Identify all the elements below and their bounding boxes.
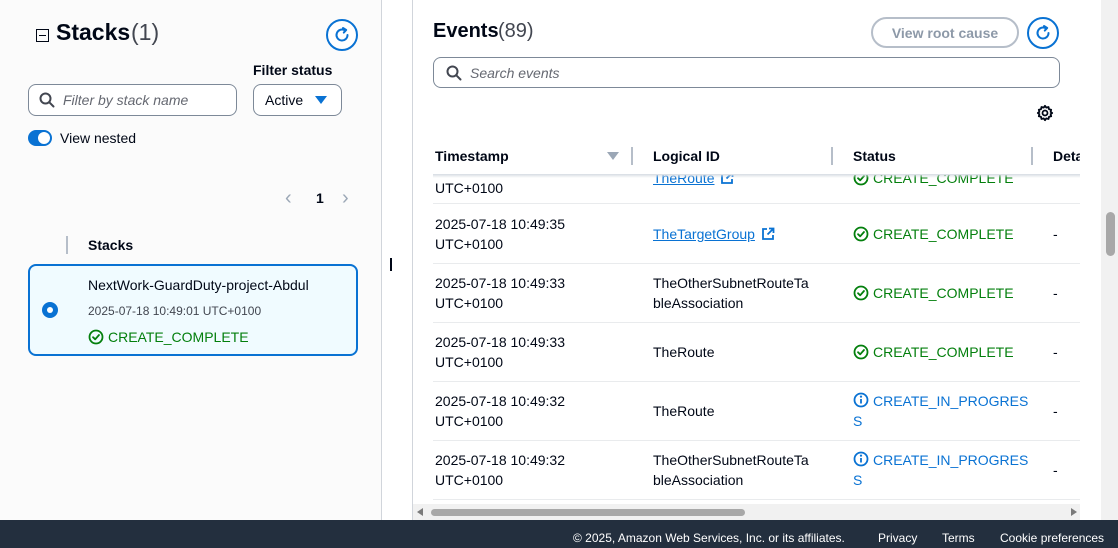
column-header-detailed-status[interactable]: Deta	[1053, 148, 1080, 164]
console-footer: © 2025, Amazon Web Services, Inc. or its…	[0, 520, 1118, 548]
timestamp-cell: 2025-07-18 10:49:33 UTC+0100	[435, 275, 565, 311]
view-nested-label: View nested	[60, 130, 137, 146]
stack-status: CREATE_COMPLETE	[88, 329, 249, 345]
status-cell: CREATE_IN_PROGRES S	[853, 451, 1029, 488]
status-cell: CREATE_COMPLETE	[853, 283, 1033, 303]
caret-down-icon	[315, 96, 327, 104]
scroll-right-icon[interactable]	[1071, 508, 1077, 516]
vertical-scroll-thumb[interactable]	[1106, 212, 1115, 256]
status-info-icon	[853, 392, 869, 408]
gear-icon[interactable]	[1036, 104, 1054, 122]
table-row: 2025-07-18 10:49:33 UTC+0100 TheRoute CREAT…	[433, 323, 1080, 382]
search-events-placeholder: Search events	[470, 64, 560, 81]
search-icon	[446, 65, 462, 80]
stack-name-filter-input[interactable]: Filter by stack name	[28, 84, 237, 116]
filter-status-value: Active	[265, 92, 304, 108]
terms-link[interactable]: Terms	[942, 531, 975, 545]
table-row: UTC+0100 TheRoute CREATE_COMPLETE	[433, 175, 1080, 204]
stacks-count: (1)	[131, 19, 160, 45]
detailed-status-cell: -	[1053, 462, 1058, 478]
events-table-header: Timestamp Logical ID Status Deta	[433, 142, 1080, 174]
filter-status-label: Filter status	[253, 62, 333, 78]
stack-name-filter-placeholder: Filter by stack name	[63, 92, 189, 108]
horizontal-scroll-thumb[interactable]	[431, 509, 745, 516]
table-row: 2025-07-18 10:49:32 UTC+0100 TheRoute CREAT…	[433, 382, 1080, 441]
events-panel: Events (89) View root cause Search event…	[412, 0, 1080, 520]
events-table-body: UTC+0100 TheRoute CREATE_COMPLETE 2025-0…	[433, 175, 1080, 505]
panel-resize-handle[interactable]	[390, 258, 392, 271]
status-success-icon	[88, 329, 104, 345]
status-cell: CREATE_COMPLETE	[853, 224, 1033, 244]
refresh-icon	[335, 27, 349, 42]
current-page-number[interactable]: 1	[316, 190, 324, 206]
detailed-status-cell: -	[1053, 403, 1058, 419]
privacy-link[interactable]: Privacy	[878, 531, 917, 545]
next-page-icon[interactable]: ›	[342, 188, 349, 208]
stack-status-text: CREATE_COMPLETE	[108, 329, 249, 345]
column-resizer[interactable]	[631, 147, 633, 165]
vertical-scrollbar[interactable]	[1101, 0, 1118, 520]
timestamp-cell: 2025-07-18 10:49:33 UTC+0100	[435, 334, 565, 370]
stacks-panel: Stacks (1) Filter status Filter by stack…	[0, 0, 382, 520]
scroll-left-icon[interactable]	[417, 508, 423, 516]
stacks-title: Stacks	[56, 19, 131, 45]
detailed-status-cell: -	[1053, 344, 1058, 360]
previous-page-icon[interactable]: ‹	[285, 188, 292, 208]
stacks-column-header: Stacks	[88, 237, 134, 253]
table-row: 2025-07-18 10:49:35 UTC+0100 TheTargetGrou…	[433, 205, 1080, 264]
status-success-icon	[853, 344, 869, 360]
events-title: Events	[433, 20, 499, 42]
timestamp-cell: UTC+0100	[435, 180, 504, 196]
search-events-input[interactable]: Search events	[433, 57, 1060, 88]
logical-id-cell[interactable]: TheTargetGroup	[653, 224, 823, 244]
detailed-status-cell: -	[1053, 285, 1058, 301]
column-header-logical-id[interactable]: Logical ID	[653, 148, 720, 164]
events-count: (89)	[498, 20, 534, 42]
status-cell: CREATE_COMPLETE	[853, 342, 1033, 362]
status-success-icon	[853, 226, 869, 242]
status-success-icon	[853, 285, 869, 301]
horizontal-scrollbar[interactable]	[413, 504, 1080, 520]
external-link-icon	[762, 227, 775, 240]
logical-id-cell: TheRoute	[653, 344, 715, 360]
column-resizer[interactable]	[1031, 147, 1033, 165]
timestamp-cell: 2025-07-18 10:49:32 UTC+0100	[435, 393, 565, 429]
search-icon	[39, 92, 55, 108]
stack-list-item[interactable]: NextWork-GuardDuty-project-Abdul 2025-07…	[28, 264, 358, 356]
copyright-text: © 2025, Amazon Web Services, Inc. or its…	[573, 531, 845, 545]
column-divider	[66, 236, 68, 254]
timestamp-cell: 2025-07-18 10:49:35 UTC+0100	[435, 216, 565, 252]
filter-status-select[interactable]: Active	[253, 84, 342, 116]
logical-id-cell: TheOtherSubnetRouteTa bleAssociation	[653, 275, 809, 311]
view-nested-toggle[interactable]	[28, 130, 52, 146]
cookie-preferences-link[interactable]: Cookie preferences	[1000, 531, 1104, 545]
refresh-events-button[interactable]	[1027, 17, 1059, 49]
detailed-status-cell: -	[1053, 226, 1058, 242]
header-divider	[433, 174, 1080, 178]
status-info-icon	[853, 451, 869, 467]
refresh-icon	[1036, 25, 1050, 40]
status-cell: CREATE_IN_PROGRES S	[853, 392, 1029, 429]
table-row: 2025-07-18 10:49:33 UTC+0100 TheOtherSubne…	[433, 264, 1080, 323]
view-root-cause-button[interactable]: View root cause	[871, 17, 1019, 48]
cloudformation-stack-view: Stacks (1) Filter status Filter by stack…	[0, 0, 1118, 548]
stack-created-time: 2025-07-18 10:49:01 UTC+0100	[88, 304, 262, 318]
sort-descending-icon[interactable]	[607, 152, 619, 160]
column-resizer[interactable]	[831, 147, 833, 165]
logical-id-link[interactable]: TheTargetGroup	[653, 224, 775, 244]
table-row: 2025-07-18 10:49:32 UTC+0100 TheOtherSubne…	[433, 441, 1080, 500]
collapse-panel-icon[interactable]	[36, 29, 49, 42]
stack-selected-radio[interactable]	[42, 302, 58, 318]
refresh-stacks-button[interactable]	[326, 19, 358, 51]
stack-name: NextWork-GuardDuty-project-Abdul	[88, 277, 309, 293]
column-header-status[interactable]: Status	[853, 148, 896, 164]
column-header-timestamp[interactable]: Timestamp	[435, 148, 509, 164]
timestamp-cell: 2025-07-18 10:49:32 UTC+0100	[435, 452, 565, 488]
logical-id-cell: TheOtherSubnetRouteTa bleAssociation	[653, 452, 809, 488]
logical-id-cell: TheRoute	[653, 403, 715, 419]
